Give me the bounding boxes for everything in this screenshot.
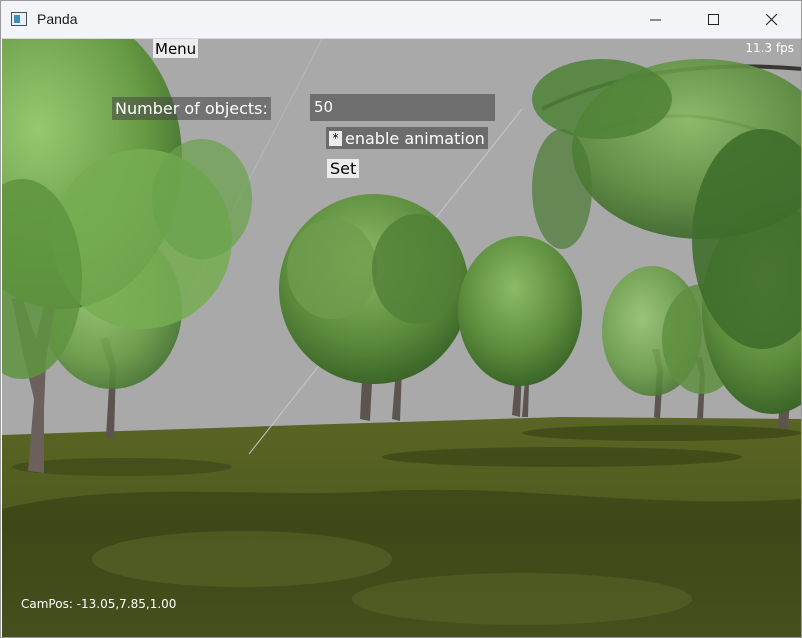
window-title: Panda <box>37 11 78 27</box>
checkbox-mark[interactable]: * <box>329 130 342 146</box>
3d-viewport[interactable]: Menu Number of objects: 50 * enable anim… <box>2 39 801 637</box>
menu-button[interactable]: Menu <box>153 39 199 58</box>
close-button[interactable] <box>743 1 801 38</box>
set-button[interactable]: Set <box>327 159 360 178</box>
panda-app-icon <box>11 12 27 26</box>
enable-animation-checkbox[interactable]: * enable animation <box>326 127 488 149</box>
number-of-objects-label: Number of objects: <box>112 97 271 120</box>
maximize-icon <box>708 13 719 25</box>
fps-counter: 11.3 fps <box>745 41 794 55</box>
close-icon <box>766 13 778 25</box>
minimize-button[interactable] <box>627 1 685 38</box>
camera-position-readout: CamPos: -13.05,7.85,1.00 <box>21 597 177 611</box>
enable-animation-label: enable animation <box>345 128 485 148</box>
number-of-objects-input[interactable]: 50 <box>310 94 495 121</box>
title-bar[interactable]: Panda <box>1 1 801 39</box>
minimize-icon <box>650 19 661 20</box>
app-window: Panda Menu Number of objects: 50 * enabl… <box>0 0 802 638</box>
maximize-button[interactable] <box>685 1 743 38</box>
